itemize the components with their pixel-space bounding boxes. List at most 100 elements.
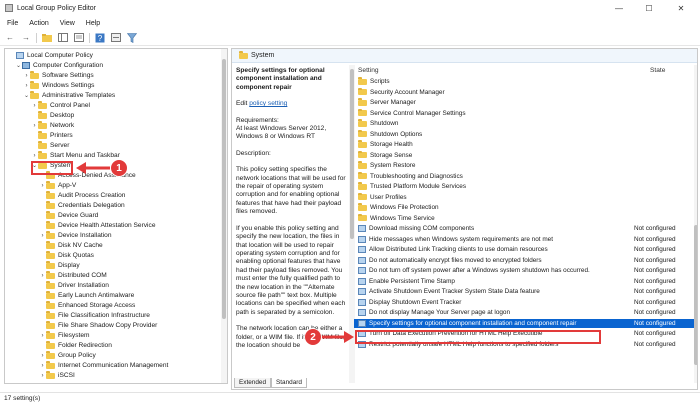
tree-item[interactable]: › Device Installation [39,231,112,240]
up-folder-icon[interactable] [41,32,53,44]
tree-item[interactable]: › iSCSI [39,371,75,380]
list-item[interactable]: Storage Sense [354,150,694,161]
tree-item[interactable]: Folder Redirection [39,341,112,350]
tab-extended[interactable]: Extended [234,378,272,388]
forward-icon[interactable]: → [20,32,32,44]
tree-item[interactable]: Driver Installation [39,281,109,290]
tree-item[interactable]: › Internet Communication Management [39,361,168,370]
tree-item[interactable]: › Software Settings [23,71,94,80]
list-item[interactable]: User Profiles [354,192,694,203]
chevron-right-icon[interactable]: › [31,153,38,159]
tree-item[interactable]: › App-V [39,181,76,190]
filter-icon[interactable] [126,32,138,44]
list-scrollbar[interactable] [694,65,697,383]
tree-item[interactable]: File Classification Infrastructure [39,311,150,320]
tree-item[interactable]: › Network [31,121,74,130]
tree-scrollbar[interactable] [221,49,227,383]
list-item[interactable]: Hide messages when Windows system requir… [354,235,694,245]
tree-item-label: Device Health Attestation Service [58,222,156,229]
tree-item[interactable]: Display [39,261,80,270]
back-icon[interactable]: ← [4,32,16,44]
list-item[interactable]: Service Control Manager Settings [354,108,694,119]
chevron-right-icon[interactable]: › [39,273,46,279]
list-item[interactable]: Storage Health [354,140,694,150]
list-item[interactable]: Shutdown Options [354,129,694,140]
menu-file[interactable]: File [7,20,18,27]
list-item[interactable]: Activate Shutdown Event Tracker System S… [354,287,694,297]
list-item[interactable]: Enable Persistent Time Stamp Not configur… [354,277,694,287]
chevron-down-icon[interactable]: ⌄ [23,92,30,99]
tree-item[interactable]: Local Computer Policy [9,51,93,60]
chevron-right-icon[interactable]: › [23,83,30,89]
tree-item[interactable]: Enhanced Storage Access [39,301,135,310]
list-item[interactable]: Do not turn off system power after a Win… [354,266,694,276]
tree-item-label: Network [50,122,75,129]
list-item-state: Not configured [634,298,676,306]
list-item[interactable]: Security Account Manager [354,87,694,98]
list-item[interactable]: System Restore [354,161,694,171]
chevron-right-icon[interactable]: › [39,183,46,189]
chevron-right-icon[interactable]: › [39,353,46,359]
properties-icon[interactable] [110,32,122,44]
close-button[interactable]: ✕ [666,0,696,16]
show-hide-tree-icon[interactable] [57,32,69,44]
list-item-label: Service Control Manager Settings [370,109,466,117]
chevron-right-icon[interactable]: › [31,123,38,129]
chevron-right-icon[interactable]: › [31,103,38,109]
column-state[interactable]: State [650,67,665,74]
list-item[interactable]: Display Shutdown Event Tracker Not config… [354,298,694,308]
tree-item[interactable]: File Share Shadow Copy Provider [39,321,157,330]
tree-item[interactable]: Disk NV Cache [39,241,103,250]
tree-item[interactable]: Device Guard [39,211,98,220]
list-scrollbar-thumb[interactable] [694,225,697,365]
chevron-right-icon[interactable]: › [39,373,46,379]
tree-item[interactable]: Disk Quotas [39,251,94,260]
menu-action[interactable]: Action [29,20,48,27]
maximize-button[interactable]: ☐ [634,0,664,16]
tree-item[interactable]: › Distributed COM [39,271,107,280]
tree-item[interactable]: Server [31,141,69,150]
folder-icon [358,98,367,106]
list-item[interactable]: Specify settings for optional component … [354,318,694,329]
list-item[interactable]: Windows File Protection [354,203,694,213]
console-tree[interactable]: Local Computer Policy ⌄ Computer Configura… [4,48,228,384]
chevron-right-icon[interactable]: › [23,73,30,79]
tree-item[interactable]: › Group Policy [39,351,96,360]
computer-icon [22,62,30,69]
edit-policy-link[interactable]: policy setting [249,100,287,107]
tree-item[interactable]: Printers [31,131,73,140]
list-item[interactable]: Do not automatically encrypt files moved… [354,256,694,266]
list-item[interactable]: Shutdown [354,119,694,129]
menu-view[interactable]: View [60,20,75,27]
tree-item[interactable]: Early Launch Antimalware [39,291,134,300]
chevron-right-icon[interactable]: › [39,363,46,369]
list-item[interactable]: Troubleshooting and Diagnostics [354,171,694,182]
list-item[interactable]: Scripts [354,77,694,87]
chevron-right-icon[interactable]: › [39,333,46,339]
tree-item[interactable]: Device Health Attestation Service [39,221,156,230]
list-item[interactable]: Allow Distributed Link Tracking clients … [354,245,694,255]
tab-standard[interactable]: Standard [271,378,307,388]
list-item[interactable]: Windows Time Service [354,213,694,224]
chevron-down-icon[interactable]: ⌄ [15,62,22,69]
column-setting[interactable]: Setting [358,67,379,74]
tree-item[interactable]: Desktop [31,111,74,120]
list-item[interactable]: Server Manager [354,98,694,108]
list-item[interactable]: Trusted Platform Module Services [354,182,694,192]
help-icon[interactable]: ? [94,32,106,44]
tree-item[interactable]: › Windows Settings [23,81,94,90]
tree-item[interactable]: ⌄ Administrative Templates [23,91,115,100]
list-item[interactable]: Do not display Manage Your Server page a… [354,308,694,318]
menu-help[interactable]: Help [86,20,100,27]
minimize-button[interactable]: — [604,0,634,16]
tree-item[interactable]: Credentials Delegation [39,201,125,210]
tree-scrollbar-thumb[interactable] [222,59,226,319]
tree-item[interactable]: Audit Process Creation [39,191,125,200]
export-list-icon[interactable] [73,32,85,44]
tree-item[interactable]: › Control Panel [31,101,90,110]
tree-item[interactable]: ⌄ Computer Configuration [15,61,103,70]
tree-item[interactable]: › Filesystem [39,331,90,340]
list-item[interactable]: Download missing COM components Not confi… [354,224,694,234]
tree-item[interactable]: › Start Menu and Taskbar [31,151,120,160]
chevron-right-icon[interactable]: › [39,233,46,239]
